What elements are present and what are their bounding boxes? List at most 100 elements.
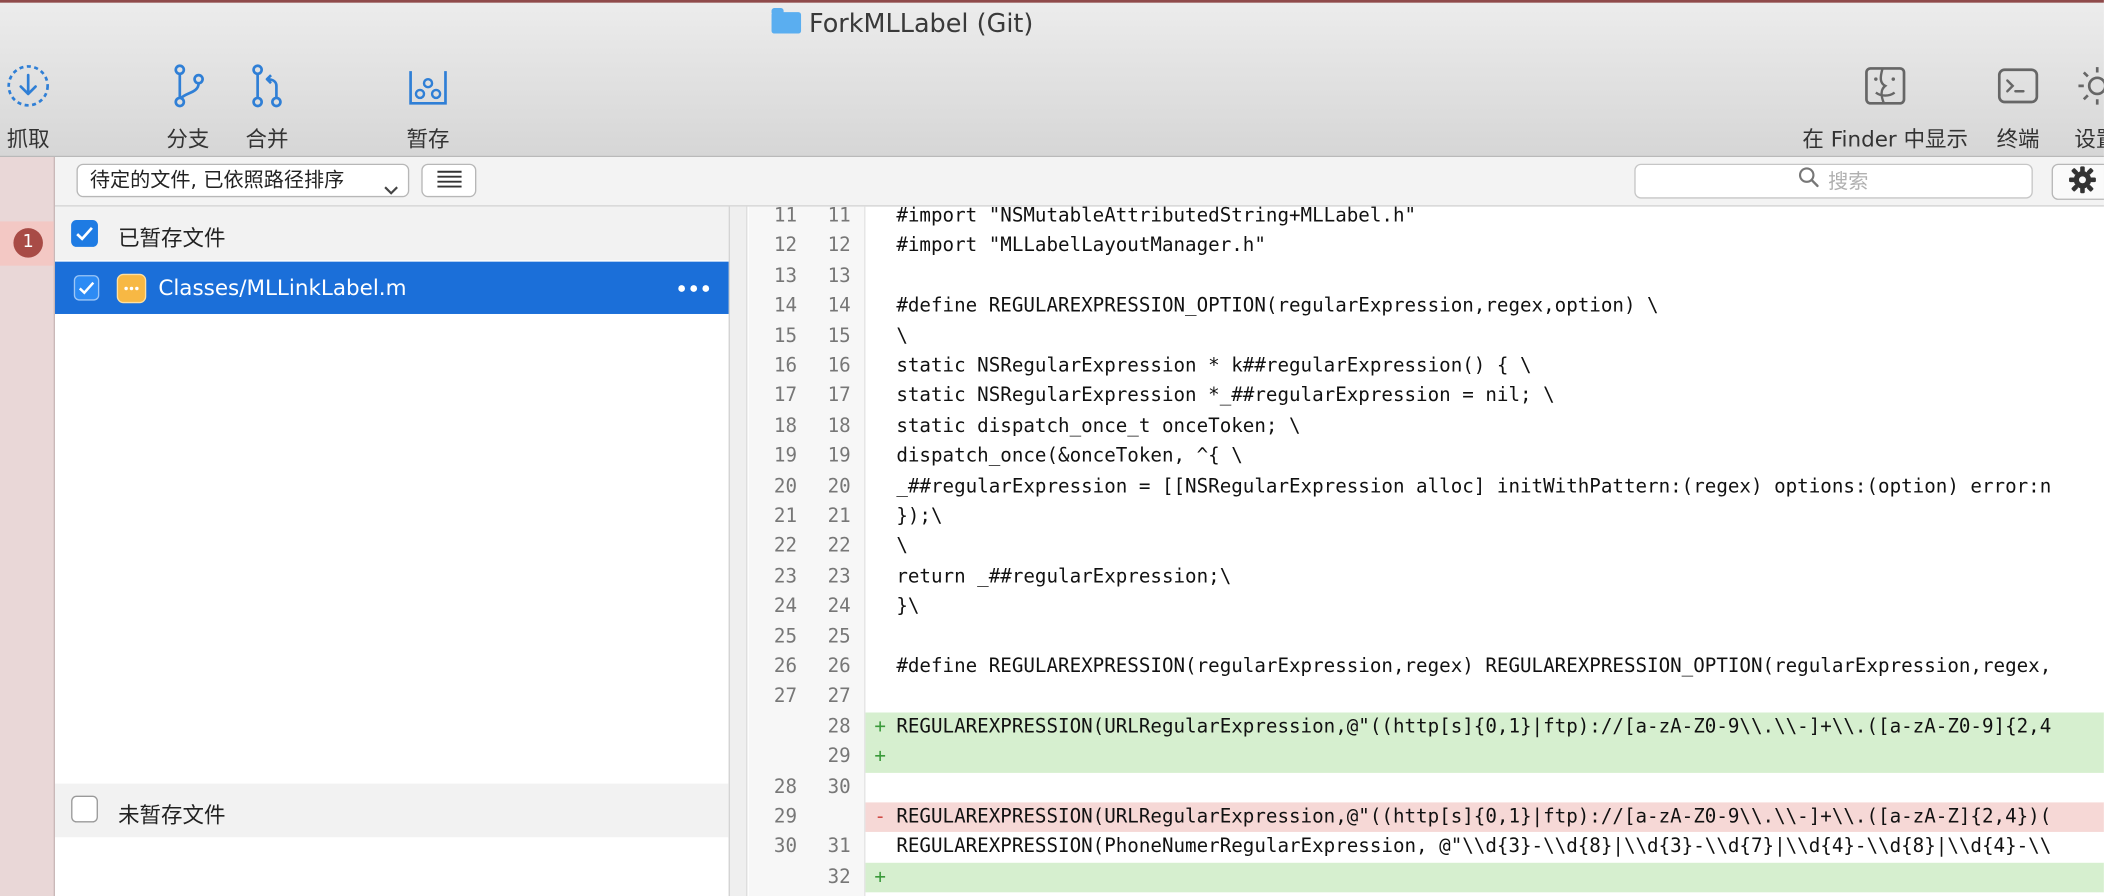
branch-label: 分支 bbox=[166, 126, 210, 152]
code-text: }\ bbox=[896, 596, 920, 618]
changes-count-badge: 1 bbox=[13, 228, 43, 258]
old-line-number: 22 bbox=[773, 535, 798, 558]
added-marker: + bbox=[874, 866, 886, 888]
staged-file-row[interactable]: Classes/MLLinkLabel.m bbox=[55, 261, 729, 314]
new-line-number: 29 bbox=[827, 746, 851, 768]
sidebar-selected-item[interactable]: 1 bbox=[0, 221, 54, 266]
new-line-number: 17 bbox=[827, 385, 851, 408]
diff-line[interactable]: 21 21});\ bbox=[749, 502, 2104, 532]
chevron-down-icon bbox=[384, 174, 399, 205]
unstaged-files-checkbox[interactable] bbox=[71, 795, 98, 823]
diff-line[interactable]: 28 + REGULAREXPRESSION(URLRegularExpressio… bbox=[749, 712, 2104, 743]
old-line-number: 24 bbox=[773, 596, 798, 618]
diff-line[interactable]: 12 12 #import "MLLabelLayoutManager.h" bbox=[749, 231, 2104, 261]
new-line-number: 20 bbox=[827, 475, 851, 498]
more-options-icon[interactable] bbox=[676, 275, 711, 307]
old-line-number: 18 bbox=[773, 415, 798, 438]
sort-dropdown[interactable]: 待定的文件, 已依照路径排序 bbox=[76, 163, 410, 198]
new-line-number: 32 bbox=[827, 866, 851, 888]
branch-button[interactable]: 分支 bbox=[162, 62, 213, 153]
code-text: \ bbox=[896, 325, 908, 347]
diff-line[interactable]: 24 24 }\ bbox=[749, 592, 2104, 622]
settings-gear-icon bbox=[2074, 62, 2104, 110]
diff-line[interactable]: 19 19 dispatch_once(&onceToken, ^{ \ bbox=[749, 442, 2104, 472]
gear-icon bbox=[2067, 164, 2097, 199]
added-marker: + bbox=[874, 746, 886, 768]
sort-dropdown-value: 待定的文件, 已依照路径排序 bbox=[89, 167, 345, 192]
diff-line[interactable]: 18 18 static dispatch_once_t onceToken; \ bbox=[749, 412, 2104, 442]
diff-line[interactable]: 16 16 static NSRegularExpression * k##regu… bbox=[749, 352, 2104, 382]
fork-window: ForkMLLabel (Git) 抓取 分支 合并 暂存 在 Finder 中… bbox=[0, 0, 2104, 896]
old-line-number: 16 bbox=[773, 355, 798, 378]
new-line-number: 27 bbox=[827, 686, 851, 708]
diff-line[interactable]: 13 13 bbox=[749, 261, 2104, 291]
diff-line[interactable]: 28 30 bbox=[749, 772, 2104, 802]
diff-line[interactable]: 14 14 #define REGULAREXPRESSION_OPTION(reg… bbox=[749, 291, 2104, 321]
code-text: _##regularExpression = [[NSRegularExpres… bbox=[896, 475, 2052, 498]
window-title: ForkMLLabel (Git) bbox=[0, 8, 1805, 39]
staged-file-checkbox[interactable] bbox=[73, 275, 100, 301]
diff-line[interactable]: 29 + bbox=[749, 742, 2104, 773]
diff-line[interactable]: 29 - REGULAREXPRESSION(URLRegularExpressio… bbox=[749, 802, 2104, 833]
new-line-number: 26 bbox=[827, 656, 851, 678]
diff-line[interactable]: 26 26 #define REGULAREXPRESSION(regularExp… bbox=[749, 652, 2104, 682]
old-line-number: 14 bbox=[773, 295, 798, 317]
old-line-number: 20 bbox=[773, 475, 798, 498]
staged-files-header[interactable]: 已暂存文件 bbox=[55, 206, 729, 261]
stash-label: 暂存 bbox=[406, 126, 450, 152]
diff-line[interactable]: 20 20 _##regularExpression = [[NSRegularEx… bbox=[749, 472, 2104, 502]
diff-line[interactable]: 23 23 return _##regularExpression;\ bbox=[749, 562, 2104, 592]
added-line-highlight bbox=[865, 742, 2104, 773]
new-line-number: 13 bbox=[827, 265, 851, 287]
diff-line[interactable]: 32 + bbox=[749, 862, 2104, 893]
diff-line[interactable]: 27 27 bbox=[749, 682, 2104, 712]
diff-line[interactable]: 15 15 \ bbox=[749, 321, 2104, 351]
code-text: static NSRegularExpression * k##regularE… bbox=[896, 355, 1532, 378]
diff-line[interactable]: 11 11 #import "NSMutableAttributedString+M… bbox=[749, 207, 2104, 232]
code-text: REGULAREXPRESSION(PhoneNumerRegularExpre… bbox=[896, 836, 2052, 858]
new-line-number: 23 bbox=[827, 565, 851, 588]
window-title-text: ForkMLLabel (Git) bbox=[808, 9, 1034, 39]
fetch-button[interactable]: 抓取 bbox=[0, 62, 56, 153]
code-text: REGULAREXPRESSION(URLRegularExpression,@… bbox=[896, 716, 2052, 738]
filter-bar: 待定的文件, 已依照路径排序 搜索 bbox=[55, 156, 2104, 207]
diff-line[interactable]: 22 22 \ bbox=[749, 532, 2104, 562]
show-in-finder-button[interactable]: 在 Finder 中显示 bbox=[1799, 62, 1971, 153]
fetch-icon bbox=[0, 62, 56, 110]
finder-icon bbox=[1799, 62, 1971, 110]
diff-hunk-gutter bbox=[729, 206, 748, 896]
code-text: static NSRegularExpression *_##regularEx… bbox=[896, 385, 1555, 408]
settings-button[interactable]: 设置 bbox=[2074, 62, 2104, 153]
new-line-number: 16 bbox=[827, 355, 851, 378]
old-line-number: 12 bbox=[773, 235, 798, 257]
new-line-number: 24 bbox=[827, 596, 851, 618]
staged-files-label: 已暂存文件 bbox=[118, 225, 226, 251]
list-view-button[interactable] bbox=[421, 163, 477, 198]
old-line-number: 26 bbox=[773, 656, 798, 678]
stash-button[interactable]: 暂存 bbox=[403, 62, 454, 153]
list-lines-icon bbox=[435, 168, 462, 193]
search-input[interactable]: 搜索 bbox=[1634, 163, 2033, 199]
terminal-button[interactable]: 终端 bbox=[1993, 62, 2044, 153]
diff-line[interactable]: 17 17 static NSRegularExpression *_##regul… bbox=[749, 382, 2104, 412]
diff-line[interactable]: 25 25 bbox=[749, 622, 2104, 652]
code-text: static dispatch_once_t onceToken; \ bbox=[896, 415, 1301, 438]
new-line-number: 11 bbox=[827, 206, 851, 227]
new-line-number: 18 bbox=[827, 415, 851, 438]
merge-button[interactable]: 合并 bbox=[242, 62, 293, 153]
old-line-number: 21 bbox=[773, 505, 798, 528]
added-marker: + bbox=[874, 716, 886, 738]
staged-files-checkbox[interactable] bbox=[71, 220, 98, 247]
diff-line[interactable]: 30 31 REGULAREXPRESSION(PhoneNumerRegularE… bbox=[749, 832, 2104, 862]
old-line-number: 17 bbox=[773, 385, 798, 408]
staged-file-path: Classes/MLLinkLabel.m bbox=[158, 275, 407, 301]
new-line-number: 15 bbox=[827, 325, 851, 347]
search-icon bbox=[1799, 164, 1820, 196]
code-text: REGULAREXPRESSION(URLRegularExpression,@… bbox=[896, 806, 2052, 828]
unstaged-files-header[interactable]: 未暂存文件 bbox=[55, 783, 729, 838]
old-line-number: 27 bbox=[773, 686, 798, 708]
old-line-number: 23 bbox=[773, 565, 798, 588]
code-text: #import "NSMutableAttributedString+MLLab… bbox=[896, 206, 1417, 227]
diff-options-button[interactable] bbox=[2051, 163, 2104, 200]
terminal-label: 终端 bbox=[1996, 126, 2040, 152]
